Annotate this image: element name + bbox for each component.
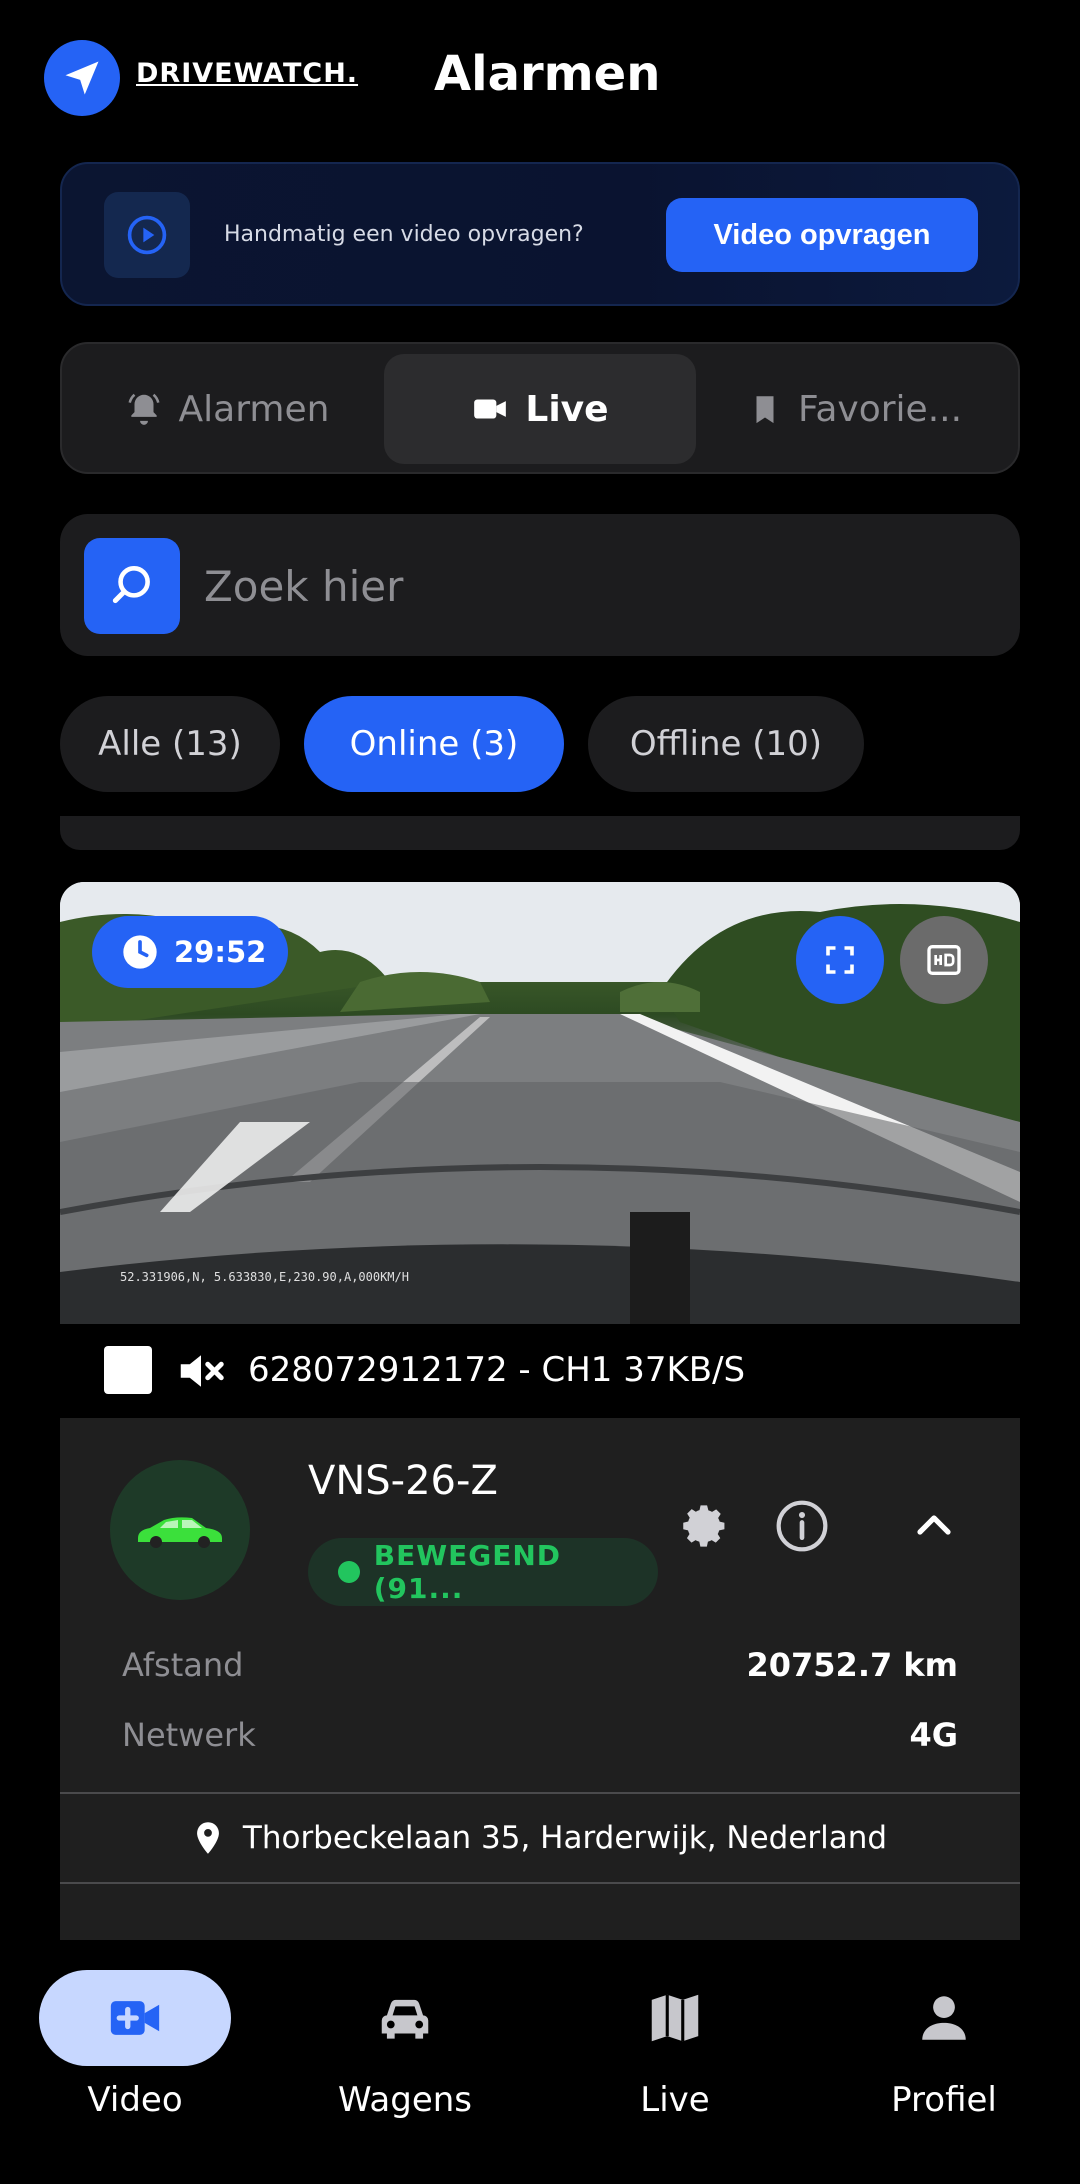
status-text: BEWEGEND (91...: [373, 1539, 561, 1605]
status-dot: [338, 1561, 360, 1583]
network-value: 4G: [909, 1716, 958, 1754]
license-plate: VNS-26-Z: [308, 1458, 498, 1504]
hd-icon: [927, 945, 961, 975]
video-camera-icon: [474, 399, 507, 419]
bottom-navigation: Video Wagens Live Profiel: [0, 1940, 1080, 2184]
fullscreen-button[interactable]: [796, 916, 884, 1004]
timer-value: 29:52: [174, 935, 267, 969]
car-icon: [138, 1517, 222, 1548]
gps-overlay-text: 52.331906,N, 5.633830,E,230.90,A,000KM/H: [120, 1270, 409, 1284]
nav-video[interactable]: Video: [35, 1970, 235, 2120]
nav-label: Live: [640, 2080, 710, 2120]
stop-button[interactable]: [104, 1346, 152, 1394]
tab-live[interactable]: Live: [384, 354, 696, 464]
video-controls-bar: 628072912172 - CH1 37KB/S: [60, 1324, 1020, 1418]
stream-info: 628072912172 - CH1 37KB/S: [248, 1350, 746, 1390]
filter-offline[interactable]: Offline (10): [588, 696, 864, 792]
nav-label: Video: [87, 2080, 183, 2120]
distance-value: 20752.7 km: [746, 1646, 958, 1684]
network-label: Netwerk: [122, 1716, 256, 1754]
gear-icon[interactable]: [676, 1496, 736, 1556]
nav-label: Profiel: [891, 2080, 997, 2120]
search-icon[interactable]: [84, 538, 180, 634]
info-icon[interactable]: [772, 1496, 832, 1556]
search-input[interactable]: [204, 554, 984, 618]
map-icon: [579, 1970, 771, 2066]
page-title: Alarmen: [434, 46, 661, 102]
address-bar[interactable]: Thorbeckelaan 35, Harderwijk, Nederland: [60, 1792, 1020, 1884]
nav-wagens[interactable]: Wagens: [305, 1970, 505, 2120]
chevron-up-icon[interactable]: [904, 1496, 964, 1556]
filter-alle[interactable]: Alle (13): [60, 696, 280, 792]
fullscreen-icon: [826, 946, 854, 974]
request-video-button[interactable]: Video opvragen: [666, 198, 978, 272]
bookmark-icon: [756, 396, 774, 424]
search-bar: [60, 514, 1020, 656]
nav-profiel[interactable]: Profiel: [844, 1970, 1044, 2120]
tab-favorieten[interactable]: Favorie...: [700, 354, 1010, 464]
previous-card-edge: [60, 816, 1020, 850]
play-circle-icon: [104, 192, 190, 278]
banner-text: Handmatig een video opvragen?: [224, 222, 584, 247]
nav-label: Wagens: [337, 2080, 473, 2120]
view-tabs: Alarmen Live Favorie...: [60, 342, 1020, 474]
logo-text: DRIVEWATCH.: [136, 58, 359, 89]
car-avatar: [110, 1460, 250, 1600]
tab-alarmen[interactable]: Alarmen: [74, 354, 380, 464]
status-badge: BEWEGEND (91...: [308, 1538, 658, 1606]
address-text: Thorbeckelaan 35, Harderwijk, Nederland: [242, 1820, 888, 1856]
distance-label: Afstand: [122, 1646, 244, 1684]
video-request-banner: Handmatig een video opvragen? Video opvr…: [60, 162, 1020, 306]
tab-label: Alarmen: [178, 388, 330, 430]
video-add-icon: [39, 1970, 231, 2066]
live-video-feed[interactable]: 29:52 52.331906,N, 5.633830,E,230.90,A,0…: [60, 882, 1020, 1324]
nav-live[interactable]: Live: [575, 1970, 775, 2120]
car-icon: [309, 1970, 501, 2066]
mute-icon[interactable]: [174, 1344, 228, 1402]
tab-label: Favorie...: [797, 388, 963, 430]
recording-timer: 29:52: [92, 916, 288, 988]
filter-online[interactable]: Online (3): [304, 696, 564, 792]
bell-icon: [128, 393, 160, 425]
logo-icon: [44, 40, 120, 116]
location-pin-icon: [196, 1822, 219, 1854]
tab-label: Live: [525, 388, 609, 430]
app-header: DRIVEWATCH. Alarmen: [0, 0, 1080, 160]
vehicle-card: 29:52 52.331906,N, 5.633830,E,230.90,A,0…: [60, 882, 1020, 1940]
person-icon: [848, 1970, 1040, 2066]
hd-toggle-button[interactable]: [900, 916, 988, 1004]
clock-icon: [123, 935, 157, 969]
